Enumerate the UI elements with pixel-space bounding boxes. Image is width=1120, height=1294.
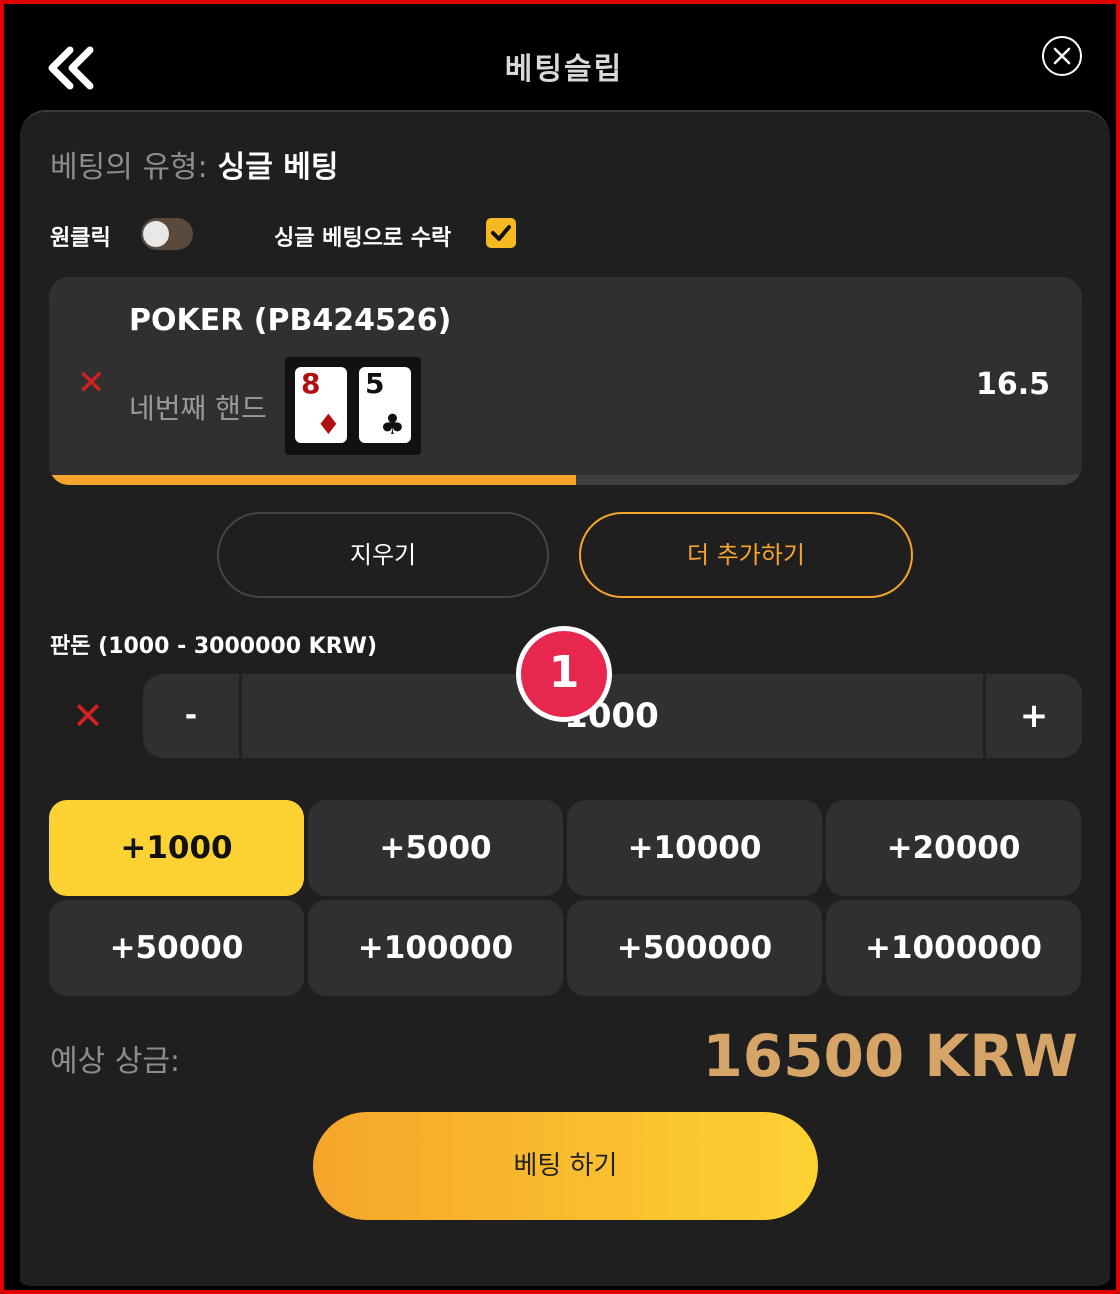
- checkmark-icon: [491, 225, 511, 241]
- club-icon: ♣: [379, 408, 405, 441]
- page-title: 베팅슬립: [504, 52, 624, 87]
- bet-type-label: 베팅의 유형:: [50, 150, 208, 185]
- payout-value: 16500 KRW: [702, 1022, 1078, 1090]
- window-frame: 베팅슬립 베팅의 유형: 싱글 베팅 원클릭 싱글 베팅으로 수락 ✕ POKE…: [0, 0, 1120, 1294]
- decrease-button[interactable]: -: [143, 674, 242, 758]
- clear-button[interactable]: 지우기: [217, 512, 549, 598]
- cards-display: 8 ♦ 5 ♣: [285, 357, 421, 455]
- market-name: 네번째 핸드: [129, 392, 267, 425]
- game-name: POKER (PB424526): [129, 303, 452, 338]
- playing-card: 8 ♦: [295, 367, 347, 443]
- clear-stake-icon[interactable]: ✕: [72, 694, 104, 738]
- quick-amount-button[interactable]: +50000: [49, 900, 304, 996]
- card-rank: 8: [301, 367, 321, 400]
- header: 베팅슬립: [16, 16, 1112, 116]
- bet-type-value: 싱글 베팅: [217, 150, 339, 185]
- quick-amount-button[interactable]: +1000: [49, 800, 304, 896]
- step-marker-badge: 1: [516, 626, 612, 722]
- stake-stepper: - 1000 +: [143, 674, 1082, 758]
- diamond-icon: ♦: [315, 408, 341, 441]
- quick-amount-button[interactable]: +10000: [567, 800, 822, 896]
- place-bet-button[interactable]: 베팅 하기: [313, 1112, 818, 1220]
- quick-amount-button[interactable]: +500000: [567, 900, 822, 996]
- one-click-label: 원클릭: [50, 226, 111, 251]
- toggle-knob: [143, 221, 169, 247]
- playing-card: 5 ♣: [359, 367, 411, 443]
- quick-amount-button[interactable]: +1000000: [826, 900, 1081, 996]
- bet-type: 베팅의 유형: 싱글 베팅: [50, 142, 339, 186]
- time-progress-bar: [49, 475, 1082, 485]
- stake-input[interactable]: 1000: [242, 674, 981, 758]
- stake-label: 판돈 (1000 - 3000000 KRW): [50, 634, 377, 659]
- add-more-button[interactable]: 더 추가하기: [579, 512, 913, 598]
- remove-selection-icon[interactable]: ✕: [77, 363, 106, 403]
- one-click-toggle[interactable]: [141, 218, 193, 250]
- bet-slip: 베팅슬립 베팅의 유형: 싱글 베팅 원클릭 싱글 베팅으로 수락 ✕ POKE…: [16, 16, 1112, 1286]
- card-rank: 5: [365, 367, 385, 400]
- increase-button[interactable]: +: [983, 674, 1082, 758]
- quick-amount-button[interactable]: +20000: [826, 800, 1081, 896]
- quick-amount-button[interactable]: +100000: [308, 900, 563, 996]
- progress-fill: [49, 475, 576, 485]
- close-icon[interactable]: [1042, 36, 1082, 76]
- quick-amount-button[interactable]: +5000: [308, 800, 563, 896]
- accept-single-label: 싱글 베팅으로 수락: [274, 226, 452, 251]
- selection-card: ✕ POKER (PB424526) 네번째 핸드 8 ♦ 5 ♣ 16.5: [49, 277, 1082, 485]
- payout-label: 예상 상금:: [50, 1044, 181, 1079]
- accept-single-checkbox[interactable]: [486, 218, 516, 248]
- odds-value: 16.5: [975, 367, 1050, 402]
- bet-slip-panel: 베팅의 유형: 싱글 베팅 원클릭 싱글 베팅으로 수락 ✕ POKER (PB4…: [20, 110, 1110, 1286]
